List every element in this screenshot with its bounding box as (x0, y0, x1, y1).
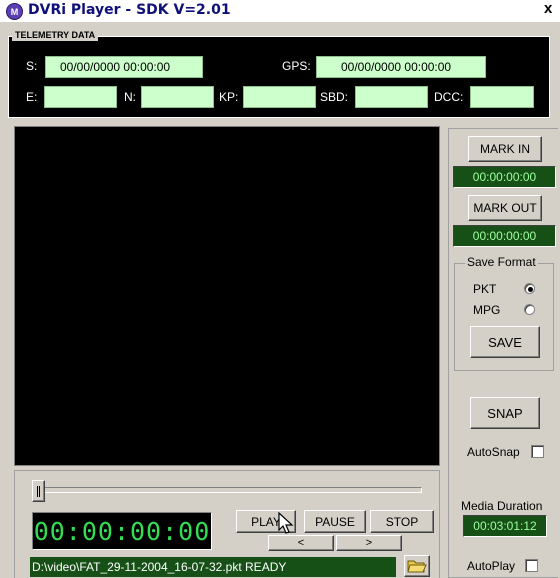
mark-out-time: 00:00:00:00 (453, 225, 556, 247)
gps-field: 00/00/0000 00:00:00 (316, 56, 486, 78)
dcc-field (470, 86, 534, 108)
slider-grip-icon (37, 485, 40, 497)
autosnap-label: AutoSnap (467, 445, 520, 459)
s-field: 00/00/0000 00:00:00 (45, 56, 203, 78)
n-field (141, 86, 214, 108)
mpg-label: MPG (473, 303, 501, 317)
window-title: DVRi Player - SDK V=2.01 (28, 2, 231, 18)
s-label: S: (26, 59, 38, 73)
open-file-button[interactable] (404, 555, 430, 577)
media-duration-value: 00:03:01:12 (463, 515, 547, 537)
seek-slider-thumb[interactable] (32, 480, 45, 502)
pkt-radio[interactable] (524, 283, 535, 294)
gps-label: GPS: (282, 59, 311, 73)
mpg-radio[interactable] (524, 304, 535, 315)
snap-button[interactable]: SNAP (470, 397, 540, 429)
app-logo-icon: M (6, 3, 23, 20)
e-field (44, 86, 117, 108)
sbd-label: SBD: (320, 90, 349, 104)
close-button[interactable]: x (544, 0, 552, 17)
folder-open-icon (407, 560, 427, 573)
autoplay-label: AutoPlay (467, 559, 516, 573)
save-button[interactable]: SAVE (470, 326, 540, 358)
mark-in-time: 00:00:00:00 (453, 166, 556, 188)
pkt-label: PKT (473, 282, 497, 296)
sbd-field (355, 86, 428, 108)
video-display (14, 126, 440, 466)
media-duration-label: Media Duration (461, 499, 543, 513)
n-label: N: (124, 90, 136, 104)
autoplay-checkbox[interactable] (525, 559, 538, 572)
pause-button[interactable]: PAUSE (304, 510, 366, 533)
status-bar: D:\video\FAT_29-11-2004_16-07-32.pkt REA… (30, 557, 396, 577)
seek-slider-track[interactable] (32, 487, 422, 493)
mouse-pointer-icon (278, 511, 294, 539)
autosnap-checkbox[interactable] (531, 445, 544, 458)
kp-label: KP: (219, 90, 239, 104)
timecode-display: 00:00:00:00 (32, 512, 212, 550)
save-format-label: Save Format (465, 255, 538, 269)
stop-button[interactable]: STOP (370, 510, 434, 533)
kp-field (243, 86, 316, 108)
step-forward-button[interactable]: > (336, 535, 402, 551)
mark-out-button[interactable]: MARK OUT (468, 195, 542, 221)
mark-in-button[interactable]: MARK IN (468, 136, 542, 162)
e-label: E: (26, 90, 38, 104)
dcc-label: DCC: (434, 90, 464, 104)
telemetry-group-label: TELEMETRY DATA (12, 29, 99, 41)
